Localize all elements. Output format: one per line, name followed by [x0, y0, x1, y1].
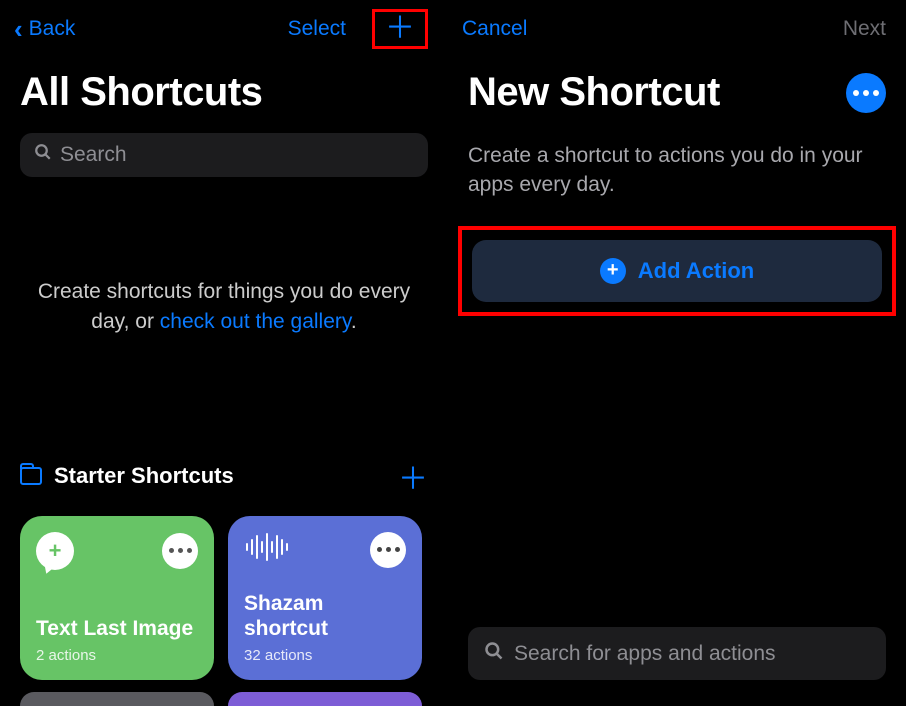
- search-input[interactable]: Search: [20, 133, 428, 177]
- new-shortcut-title: New Shortcut: [468, 70, 720, 115]
- stub-cards: [0, 680, 448, 706]
- speech-bubble-icon: +: [36, 532, 74, 570]
- shortcut-card-text-last-image[interactable]: + Text Last Image 2 actions: [20, 516, 214, 680]
- cancel-button[interactable]: Cancel: [462, 17, 527, 41]
- new-shortcut-panel: Cancel Next New Shortcut Create a shortc…: [448, 0, 906, 688]
- plus-icon: +: [49, 538, 62, 564]
- ellipsis-icon: [853, 90, 879, 96]
- shortcut-card-stub[interactable]: [20, 692, 214, 706]
- actions-search-placeholder: Search for apps and actions: [514, 642, 776, 666]
- add-starter-button[interactable]: ＋: [398, 454, 428, 498]
- add-action-button[interactable]: + Add Action: [472, 240, 882, 302]
- shortcut-card-shazam[interactable]: Shazam shortcut 32 actions: [228, 516, 422, 680]
- card-subtitle: 32 actions: [244, 647, 406, 664]
- back-button[interactable]: ‹ Back: [14, 14, 75, 45]
- waveform-icon: [244, 532, 290, 567]
- card-title: Text Last Image: [36, 616, 198, 641]
- right-title-row: New Shortcut: [448, 56, 906, 127]
- chevron-left-icon: ‹: [14, 14, 23, 45]
- new-shortcut-description: Create a shortcut to actions you do in y…: [448, 127, 906, 200]
- folder-icon: [20, 467, 42, 485]
- card-subtitle: 2 actions: [36, 647, 198, 664]
- left-top-bar: ‹ Back Select ＋: [0, 0, 448, 56]
- empty-suffix: .: [351, 310, 357, 333]
- section-title: Starter Shortcuts: [54, 463, 234, 489]
- add-action-label: Add Action: [638, 258, 755, 284]
- highlight-add-button: ＋: [372, 9, 428, 49]
- left-title-row: All Shortcuts: [0, 56, 448, 127]
- search-icon: [484, 641, 504, 666]
- card-more-button[interactable]: [162, 533, 198, 569]
- shortcut-cards: + Text Last Image 2 actions: [0, 498, 448, 680]
- starter-section-left[interactable]: Starter Shortcuts: [20, 463, 234, 489]
- right-top-bar: Cancel Next: [448, 0, 906, 56]
- page-title: All Shortcuts: [20, 70, 262, 115]
- search-placeholder: Search: [60, 143, 127, 167]
- card-top: +: [36, 532, 198, 570]
- plus-circle-icon: +: [600, 258, 626, 284]
- select-button[interactable]: Select: [288, 17, 346, 41]
- left-top-actions: Select ＋: [288, 9, 428, 49]
- actions-search-input[interactable]: Search for apps and actions: [468, 627, 886, 680]
- highlight-add-action: + Add Action: [458, 226, 896, 316]
- search-icon: [34, 143, 52, 167]
- plus-icon[interactable]: ＋: [385, 14, 415, 44]
- card-top: [244, 532, 406, 568]
- empty-state-text: Create shortcuts for things you do every…: [0, 183, 448, 338]
- back-label: Back: [29, 17, 76, 41]
- card-more-button[interactable]: [370, 532, 406, 568]
- gallery-link[interactable]: check out the gallery: [160, 310, 351, 333]
- all-shortcuts-panel: ‹ Back Select ＋ All Shortcuts Search Cre…: [0, 0, 448, 688]
- card-title: Shazam shortcut: [244, 591, 406, 641]
- shortcut-card-stub[interactable]: [228, 692, 422, 706]
- starter-section-header: Starter Shortcuts ＋: [0, 454, 448, 498]
- next-button[interactable]: Next: [843, 17, 886, 41]
- more-button[interactable]: [846, 73, 886, 113]
